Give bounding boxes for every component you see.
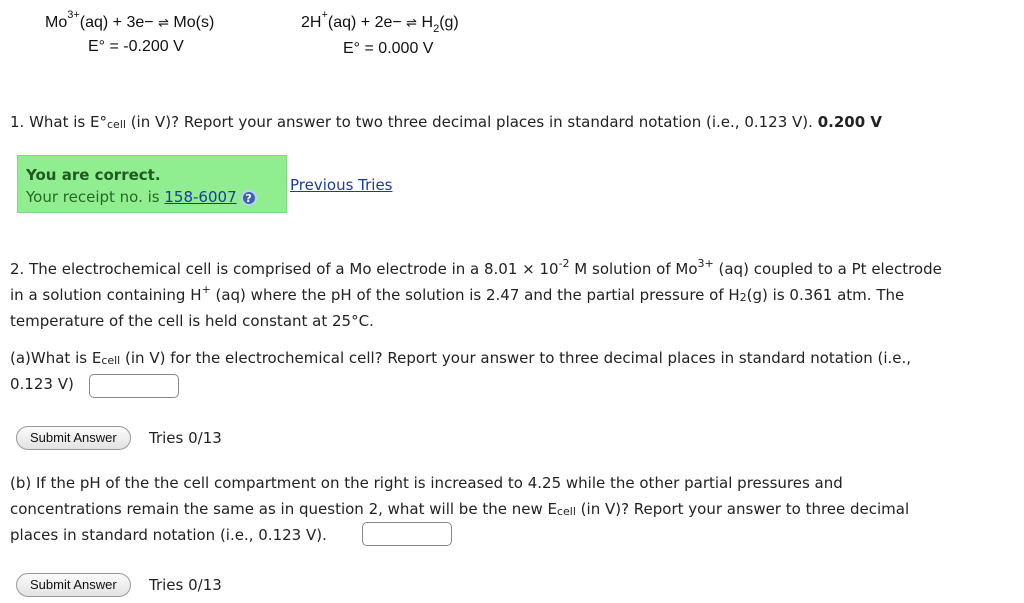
receipt-label: Your receipt no. is [26,188,165,206]
q1-text: (in V)? Report your answer to two three … [125,113,818,131]
qb-text-a: concentrations remain the same as in que… [10,500,557,518]
tries-a: Tries 0/13 [149,429,222,447]
q1-prefix: 1. What is E° [10,113,107,131]
equilibrium-arrow-icon: ⇌ [406,15,418,30]
mo-species: Mo [45,14,68,31]
mo-potential: E° = -0.200 V [88,38,184,55]
qb-text-b: (in V)? Report your answer to three deci… [575,500,910,518]
h-left-rest: (aq) + 2e− [327,14,407,31]
h-half-reaction: 2H+(aq) + 2e− ⇌ H2(g) [301,9,459,35]
q2-h2-subscript: 2 [739,291,747,304]
submit-answer-b-button[interactable]: Submit Answer [16,573,131,597]
qb-cell-subscript: cell [556,505,576,518]
submit-answer-a-button[interactable]: Submit Answer [16,426,131,450]
q2-text-f: (g) is 0.361 atm. The [746,286,905,304]
answer-a-input[interactable] [89,374,179,398]
h-charge: + [321,9,328,21]
q1-answer: 0.200 V [817,113,882,131]
qa-line-1: (a)What is Ecell (in V) for the electroc… [10,345,911,371]
qb-line-3: places in standard notation (i.e., 0.123… [10,526,327,544]
tries-b: Tries 0/13 [149,576,222,594]
qb-line-1: (b) If the pH of the the cell compartmen… [10,474,843,492]
question-1: 1. What is E°cell (in V)? Report your an… [10,109,882,135]
q2-text-e: (aq) where the pH of the solution is 2.4… [210,286,740,304]
question-2b: (b) If the pH of the the cell compartmen… [10,470,909,548]
equilibrium-arrow-icon: ⇌ [158,15,169,30]
q2-line-2: in a solution containing H+ (aq) where t… [10,282,942,308]
h-product-subscript: 2 [433,23,440,35]
receipt-number-link[interactable]: 158-6007 [164,188,236,206]
qb-line-2: concentrations remain the same as in que… [10,496,909,522]
qa-text-b: (in V) for the electrochemical cell? Rep… [120,349,912,367]
h-product-state: (g) [439,14,459,31]
q2-text-b: M solution of Mo [569,260,698,278]
q2-h-charge: + [201,283,211,296]
help-icon[interactable]: ? [240,189,257,206]
receipt-line: Your receipt no. is 158-6007? [26,186,286,208]
qa-text-a: (a)What is E [10,349,102,367]
mo-charge: 3+ [67,9,80,21]
mo-left-rest: (aq) + 3e− [79,14,159,31]
q1-cell-subscript: cell [107,118,126,131]
q2-exponent: -2 [558,257,570,270]
answer-b-input[interactable] [362,522,452,546]
h-species: 2H [301,14,322,31]
q2-line-3: temperature of the cell is held constant… [10,312,374,330]
h-potential: E° = 0.000 V [343,40,434,57]
question-2: 2. The electrochemical cell is comprised… [10,256,942,334]
qa-cell-subscript: cell [101,354,121,367]
correct-heading: You are correct. [26,166,161,184]
q2-line-1: 2. The electrochemical cell is comprised… [10,256,942,282]
h-product: H [417,14,434,31]
correct-feedback-box: You are correct. Your receipt no. is 158… [17,155,287,213]
mo-half-reaction: Mo3+(aq) + 3e− ⇌ Mo(s) [45,9,215,32]
q2-text-c: (aq) coupled to a Pt electrode [713,260,942,278]
q2-charge: 3+ [697,257,714,270]
mo-product: Mo(s) [168,14,215,31]
previous-tries-link[interactable]: Previous Tries [290,176,393,194]
q2-text-a: 2. The electrochemical cell is comprised… [10,260,559,278]
q2-text-d: in a solution containing H [10,286,202,304]
